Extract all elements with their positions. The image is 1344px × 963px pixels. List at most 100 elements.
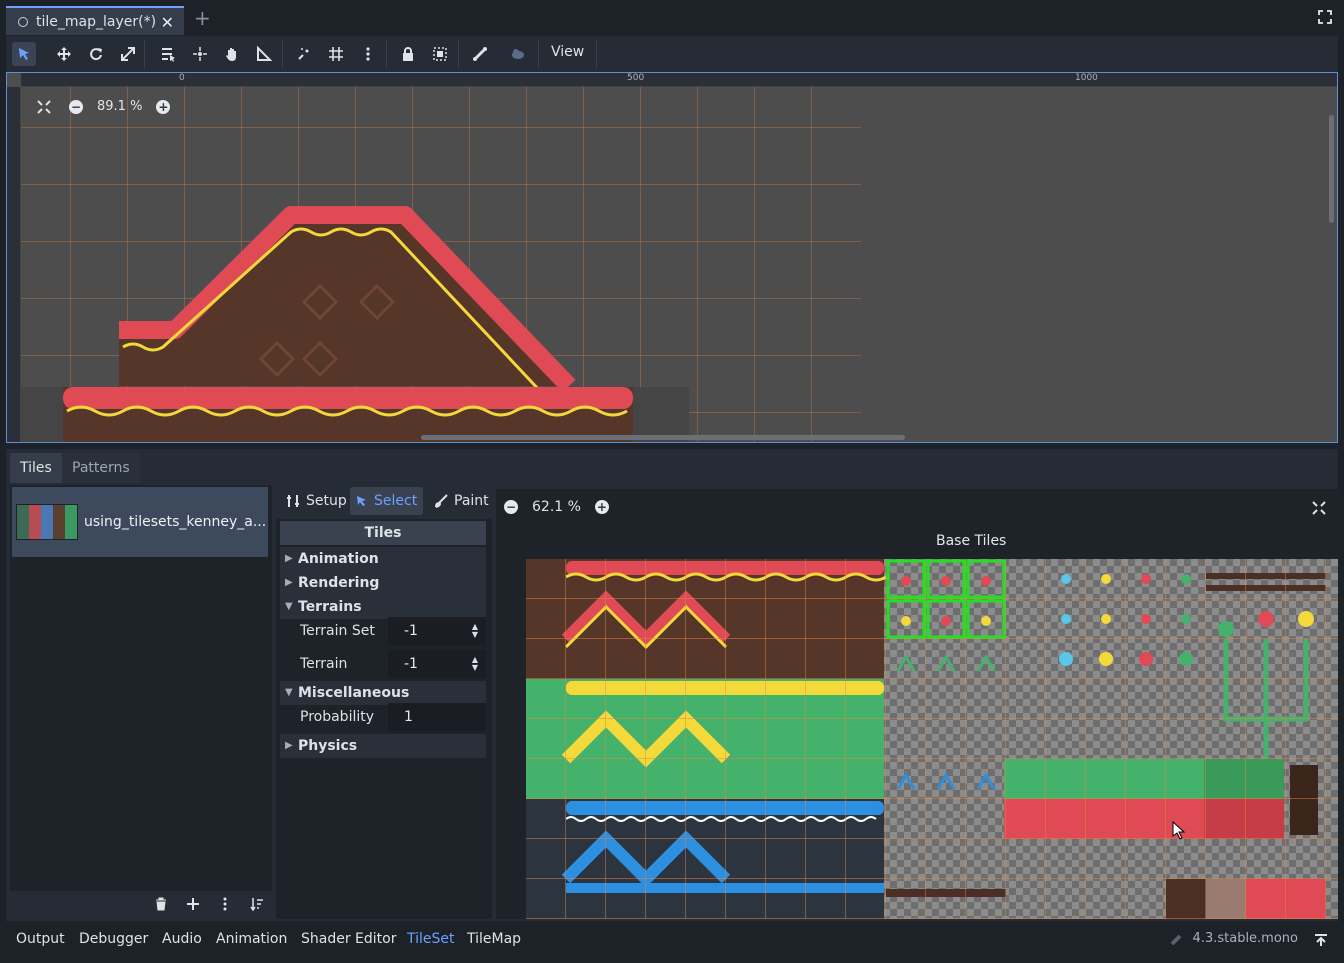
tab-tiles[interactable]: Tiles	[10, 453, 62, 483]
paint-label: Paint	[454, 493, 489, 509]
terrain-label: Terrain	[300, 656, 348, 672]
version-label: 4.3.stable.mono	[1192, 931, 1298, 946]
smart-snap-button[interactable]	[292, 42, 316, 66]
zoom-out-icon[interactable]: −	[69, 99, 83, 114]
scene-tab-label: tile_map_layer(*)	[36, 13, 157, 30]
scene-tab-bar: tile_map_layer(*) ✕ +	[0, 0, 1344, 38]
source-item[interactable]: using_tilesets_kenney_a...	[12, 487, 268, 557]
ruler-label-1000: 1000	[1075, 73, 1098, 83]
list-select-button[interactable]	[156, 42, 180, 66]
grid-snap-button[interactable]	[324, 42, 348, 66]
scale-mode-button[interactable]	[116, 42, 140, 66]
tab-animation[interactable]: Animation	[216, 931, 287, 947]
tab-audio[interactable]: Audio	[162, 931, 202, 947]
kebab-menu-icon	[366, 47, 370, 61]
atlas-zoom-level[interactable]: 62.1 %	[532, 499, 581, 515]
bake-button[interactable]	[506, 42, 530, 66]
section-physics-label: Physics	[298, 738, 358, 754]
add-tab-button[interactable]: +	[194, 6, 211, 30]
snap-icon	[298, 48, 309, 60]
section-terrains[interactable]: ▼ Terrains	[280, 595, 486, 619]
rotate-mode-button[interactable]	[84, 42, 108, 66]
spinner-arrows-icon[interactable]: ▲ ▼	[472, 656, 478, 672]
tab-tilemap[interactable]: TileMap	[467, 931, 521, 947]
trash-icon[interactable]	[154, 897, 168, 911]
chevron-right-icon: ▶	[285, 740, 293, 751]
atlas-view[interactable]: − 62.1 % + Base Tiles	[496, 489, 1338, 919]
close-tab-icon[interactable]: ✕	[161, 13, 174, 32]
select-label: Select	[374, 493, 418, 509]
horizontal-scrollbar[interactable]	[421, 435, 905, 440]
probability-value: 1	[404, 709, 413, 725]
vertical-ruler	[7, 87, 21, 442]
terrain-set-label: Terrain Set	[300, 623, 375, 639]
chevron-down-icon: ▼	[285, 601, 293, 612]
paint-tool-button[interactable]: Paint	[428, 487, 495, 515]
tab-shader-editor[interactable]: Shader Editor	[301, 931, 396, 947]
pointer-icon	[357, 496, 366, 506]
grid-icon	[329, 47, 343, 61]
zoom-out-icon[interactable]: −	[504, 500, 518, 514]
section-animation[interactable]: ▶ Animation	[280, 547, 486, 571]
tilemap-canvas[interactable]	[21, 87, 1338, 443]
zoom-in-icon[interactable]: +	[156, 99, 171, 114]
ruler-icon	[257, 46, 272, 61]
section-rendering-label: Rendering	[298, 575, 380, 591]
spinner-arrows-icon[interactable]: ▲ ▼	[472, 623, 478, 639]
move-mode-button[interactable]	[52, 42, 76, 66]
select-mode-button[interactable]	[12, 42, 36, 66]
ruler-mode-button[interactable]	[252, 42, 276, 66]
wrench-icon	[287, 495, 299, 507]
terrain-set-value: -1	[404, 623, 418, 639]
ruler-label-0: 0	[179, 73, 185, 83]
viewport-zoom-level[interactable]: 89.1 %	[97, 99, 142, 114]
chevron-down-icon: ▼	[285, 687, 293, 698]
select-tool-button[interactable]: Select	[350, 487, 424, 515]
list-select-icon	[162, 48, 175, 62]
fullscreen-icon[interactable]	[1318, 10, 1332, 24]
tab-patterns[interactable]: Patterns	[62, 453, 140, 483]
snap-options-button[interactable]	[356, 42, 380, 66]
terrain-spinbox[interactable]: -1 ▲ ▼	[388, 650, 486, 678]
section-misc-label: Miscellaneous	[298, 685, 410, 701]
pointer-icon	[19, 48, 29, 60]
pan-mode-button[interactable]	[220, 42, 244, 66]
canvas-viewport[interactable]: 0 500 1000 − 89.1 % +	[6, 72, 1338, 443]
pin-panel-icon[interactable]	[1314, 933, 1328, 947]
kebab-menu-icon[interactable]	[218, 897, 232, 911]
add-icon[interactable]	[186, 897, 200, 911]
atlas-tiles[interactable]	[526, 559, 1338, 919]
section-terrains-label: Terrains	[298, 599, 362, 615]
mouse-cursor-icon	[1172, 821, 1186, 840]
pivot-mode-button[interactable]	[188, 42, 212, 66]
source-actions	[154, 897, 264, 911]
zoom-in-icon[interactable]: +	[594, 500, 609, 514]
scale-icon	[121, 47, 135, 61]
hand-icon	[226, 48, 236, 61]
group-button[interactable]	[428, 42, 452, 66]
tab-tileset[interactable]: TileSet	[407, 931, 455, 947]
chevron-right-icon: ▶	[285, 577, 293, 588]
atlas-zoom-control: − 62.1 % +	[504, 499, 609, 515]
node-circle-icon	[18, 16, 28, 27]
skeleton-button[interactable]	[468, 42, 492, 66]
section-miscellaneous[interactable]: ▼ Miscellaneous	[280, 681, 486, 705]
section-rendering[interactable]: ▶ Rendering	[280, 571, 486, 595]
setup-button[interactable]: Setup	[280, 487, 353, 515]
terrain-set-spinbox[interactable]: -1 ▲ ▼	[388, 617, 486, 645]
section-physics[interactable]: ▶ Physics	[280, 734, 486, 758]
tab-debugger[interactable]: Debugger	[79, 931, 148, 947]
lock-button[interactable]	[396, 42, 420, 66]
bottom-panel-bar: Output Debugger Audio Animation Shader E…	[0, 921, 1344, 963]
tab-output[interactable]: Output	[16, 931, 65, 947]
scene-tab-tile-map-layer[interactable]: tile_map_layer(*) ✕	[6, 6, 184, 35]
ruler-label-500: 500	[627, 73, 645, 83]
pivot-icon	[193, 47, 207, 61]
view-menu-button[interactable]: View	[551, 44, 584, 60]
vertical-scrollbar[interactable]	[1329, 115, 1334, 223]
probability-field[interactable]: 1	[388, 703, 486, 731]
center-view-icon[interactable]	[1312, 501, 1326, 515]
sort-icon[interactable]	[250, 897, 264, 911]
center-view-icon[interactable]	[37, 99, 51, 114]
rotate-icon	[90, 48, 102, 61]
